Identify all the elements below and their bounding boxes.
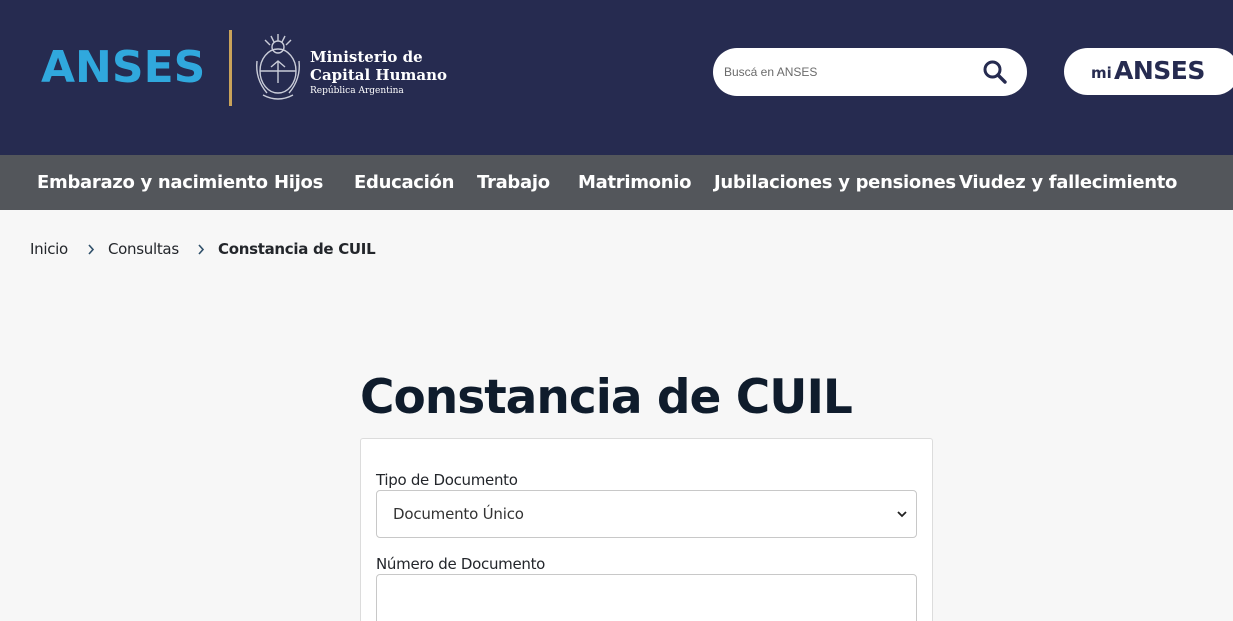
site-header: ANSES Ministerio de Capital Humano Repúb… bbox=[0, 0, 1233, 155]
breadcrumb-consultas[interactable]: Consultas bbox=[108, 239, 179, 259]
mi-anses-prefix: mi bbox=[1091, 64, 1112, 82]
doc-type-label: Tipo de Documento bbox=[376, 471, 518, 489]
form-card: Tipo de Documento Documento Único Número… bbox=[360, 438, 933, 621]
search-icon[interactable] bbox=[982, 59, 1008, 85]
nav-item-educacion[interactable]: Educación bbox=[354, 172, 454, 194]
nav-item-embarazo[interactable]: Embarazo y nacimiento bbox=[37, 172, 268, 194]
anses-logo[interactable]: ANSES bbox=[41, 43, 205, 93]
nav-item-viudez[interactable]: Viudez y fallecimiento bbox=[959, 172, 1177, 194]
mi-anses-button[interactable]: mi ANSES bbox=[1064, 48, 1233, 95]
search-box bbox=[713, 48, 1027, 96]
nav-item-jubilaciones[interactable]: Jubilaciones y pensiones bbox=[714, 172, 956, 194]
doc-type-value: Documento Único bbox=[393, 505, 524, 523]
nav-item-matrimonio[interactable]: Matrimonio bbox=[578, 172, 691, 194]
breadcrumb-current: Constancia de CUIL bbox=[218, 240, 376, 258]
doc-type-select[interactable]: Documento Único bbox=[376, 490, 917, 538]
nav-item-hijos[interactable]: Hijos bbox=[274, 172, 323, 194]
search-input[interactable] bbox=[724, 62, 974, 82]
doc-number-input[interactable] bbox=[376, 574, 917, 621]
mi-anses-label: ANSES bbox=[1114, 56, 1205, 85]
chevron-right-icon bbox=[88, 244, 95, 255]
breadcrumb-inicio[interactable]: Inicio bbox=[30, 239, 68, 259]
logo-divider bbox=[229, 30, 232, 106]
nav-item-trabajo[interactable]: Trabajo bbox=[477, 172, 550, 194]
chevron-right-icon bbox=[198, 244, 205, 255]
ministry-line-1: Ministerio de bbox=[310, 48, 423, 66]
coat-of-arms-icon bbox=[256, 34, 300, 100]
page-title: Constancia de CUIL bbox=[360, 370, 853, 425]
main-nav: Embarazo y nacimiento Hijos Educación Tr… bbox=[0, 155, 1233, 210]
ministry-line-3: República Argentina bbox=[310, 86, 404, 96]
ministry-name: Ministerio de Capital Humano República A… bbox=[310, 48, 447, 97]
ministry-line-2: Capital Humano bbox=[310, 66, 447, 84]
chevron-down-icon bbox=[897, 511, 907, 518]
doc-number-label: Número de Documento bbox=[376, 555, 546, 573]
